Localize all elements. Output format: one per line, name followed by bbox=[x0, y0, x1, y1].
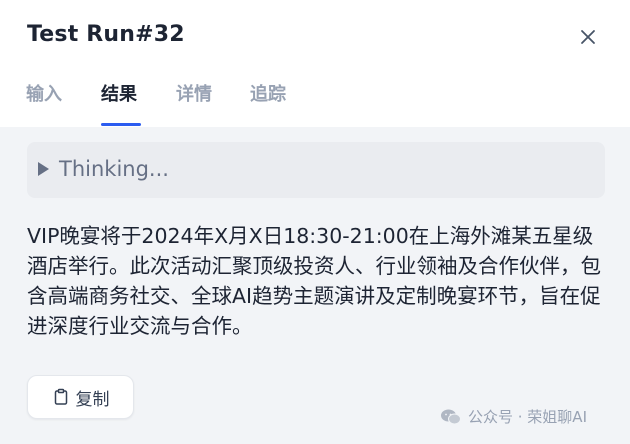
panel-header: Test Run#32 输入 结果 详情 追踪 bbox=[0, 0, 630, 127]
copy-button-label: 复制 bbox=[75, 389, 110, 410]
caret-right-icon bbox=[38, 162, 49, 176]
close-button[interactable] bbox=[576, 25, 600, 49]
copy-button[interactable]: 复制 bbox=[27, 375, 134, 419]
wechat-icon bbox=[441, 409, 461, 424]
panel-title: Test Run#32 bbox=[27, 22, 185, 47]
thinking-label: Thinking... bbox=[59, 157, 169, 181]
tab-details[interactable]: 详情 bbox=[176, 80, 212, 106]
watermark-text: 公众号 · 荣姐聊AI bbox=[468, 408, 587, 426]
tab-input[interactable]: 输入 bbox=[26, 80, 62, 106]
watermark: 公众号 · 荣姐聊AI bbox=[440, 406, 587, 427]
thinking-toggle[interactable]: Thinking... bbox=[27, 142, 605, 198]
close-icon bbox=[581, 30, 595, 44]
tab-result[interactable]: 结果 bbox=[101, 80, 137, 106]
tab-trace[interactable]: 追踪 bbox=[250, 80, 286, 106]
clipboard-icon bbox=[54, 388, 67, 405]
result-text: VIP晚宴将于2024年X月X日18:30-21:00在上海外滩某五星级酒店举行… bbox=[27, 224, 601, 338]
result-content: Thinking... VIP晚宴将于2024年X月X日18:30-21:00在… bbox=[0, 127, 630, 444]
test-run-panel: Test Run#32 输入 结果 详情 追踪 Thinking... VIP晚… bbox=[0, 0, 630, 444]
active-tab-indicator bbox=[101, 123, 141, 126]
